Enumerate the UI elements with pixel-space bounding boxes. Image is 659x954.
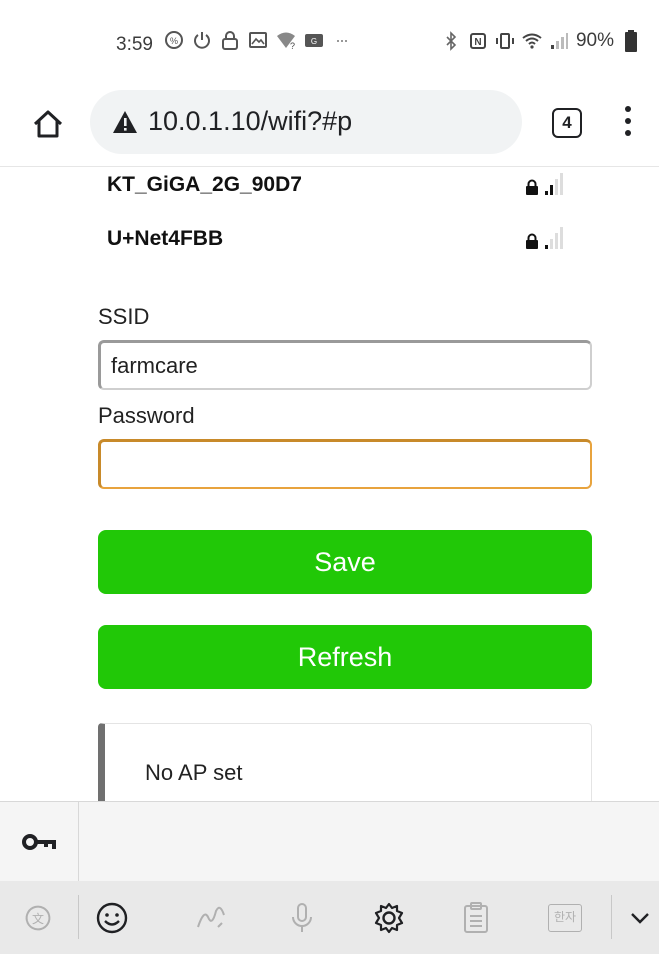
more-notifications-icon — [332, 30, 352, 50]
menu-dot-icon — [625, 130, 631, 136]
status-message-box: No AP set — [98, 723, 592, 801]
lock-icon — [526, 179, 538, 195]
vibrate-icon — [495, 31, 515, 51]
password-input[interactable] — [98, 439, 592, 489]
tab-switcher-button[interactable]: 4 — [552, 108, 582, 138]
handwriting-icon — [197, 906, 225, 928]
wifi-question-icon: ? — [276, 30, 296, 50]
ssid-label: SSID — [98, 304, 150, 329]
address-bar[interactable]: 10.0.1.10/wifi?#p — [90, 90, 522, 154]
nfc-icon: N — [468, 31, 488, 51]
ssid-input[interactable] — [98, 340, 592, 390]
not-secure-warning-icon[interactable] — [112, 110, 138, 134]
status-bar: 3:59 % ? G N 90% — [0, 0, 659, 78]
home-button[interactable] — [30, 106, 66, 142]
browser-toolbar: 10.0.1.10/wifi?#p 4 — [0, 78, 659, 167]
lock-icon — [526, 233, 538, 249]
clipboard-button[interactable] — [457, 899, 495, 937]
svg-text:%: % — [170, 36, 178, 46]
wifi-icon — [522, 31, 542, 51]
signal-strength-icon — [545, 173, 563, 195]
svg-text:?: ? — [290, 41, 295, 50]
menu-dot-icon — [625, 118, 631, 124]
status-message: No AP set — [145, 760, 243, 785]
key-icon — [22, 834, 56, 850]
notification-icons: % ? G — [164, 30, 352, 50]
network-ssid[interactable]: U+Net4FBB — [107, 227, 223, 251]
clipboard-icon — [464, 902, 488, 933]
password-key-button[interactable] — [0, 802, 79, 882]
microphone-icon — [292, 903, 312, 932]
gear-icon — [374, 902, 404, 934]
page-content: KT_GiGA_2G_90D7 U+Net4FBB SSID Password … — [0, 167, 659, 801]
translate-icon: 文 — [25, 905, 51, 931]
data-saver-icon: % — [164, 30, 184, 50]
url-text[interactable]: 10.0.1.10/wifi?#p — [148, 106, 352, 137]
refresh-button[interactable]: Refresh — [98, 625, 592, 689]
signal-strength-icon — [545, 227, 563, 249]
hanja-button[interactable]: 한자 — [545, 899, 585, 937]
power-icon — [192, 30, 212, 50]
password-label: Password — [98, 403, 195, 428]
battery-percent: 90% — [575, 30, 614, 51]
keyboard-settings-button[interactable] — [370, 899, 408, 937]
card-icon: G — [304, 30, 324, 50]
divider — [611, 895, 612, 939]
keyboard-suggestion-strip — [0, 801, 659, 882]
hide-keyboard-button[interactable] — [624, 899, 656, 937]
keyboard-toolbar: 文 한자 — [0, 881, 659, 954]
translate-button[interactable]: 文 — [19, 899, 57, 937]
svg-text:G: G — [311, 37, 317, 46]
hanja-label: 한자 — [548, 904, 582, 932]
emoji-button[interactable] — [93, 899, 131, 937]
chevron-down-icon — [631, 913, 649, 924]
network-item[interactable]: KT_GiGA_2G_90D7 — [107, 169, 587, 209]
status-time: 3:59 — [116, 34, 153, 55]
svg-text:N: N — [474, 37, 481, 48]
home-icon — [33, 110, 63, 138]
bluetooth-icon — [441, 31, 461, 51]
voice-input-button[interactable] — [283, 899, 321, 937]
battery-icon — [621, 30, 641, 52]
network-ssid[interactable]: KT_GiGA_2G_90D7 — [107, 173, 302, 197]
system-icons: N 90% — [441, 30, 641, 52]
lock-status-icon — [220, 30, 240, 50]
image-icon — [248, 30, 268, 50]
cell-signal-icon — [549, 31, 569, 51]
overflow-menu-button[interactable] — [620, 106, 636, 142]
svg-text:文: 文 — [32, 911, 44, 926]
save-button[interactable]: Save — [98, 530, 592, 594]
network-item[interactable]: U+Net4FBB — [107, 223, 587, 263]
menu-dot-icon — [625, 106, 631, 112]
divider — [78, 895, 79, 939]
handwriting-button[interactable] — [192, 899, 230, 937]
emoji-icon — [96, 902, 128, 934]
